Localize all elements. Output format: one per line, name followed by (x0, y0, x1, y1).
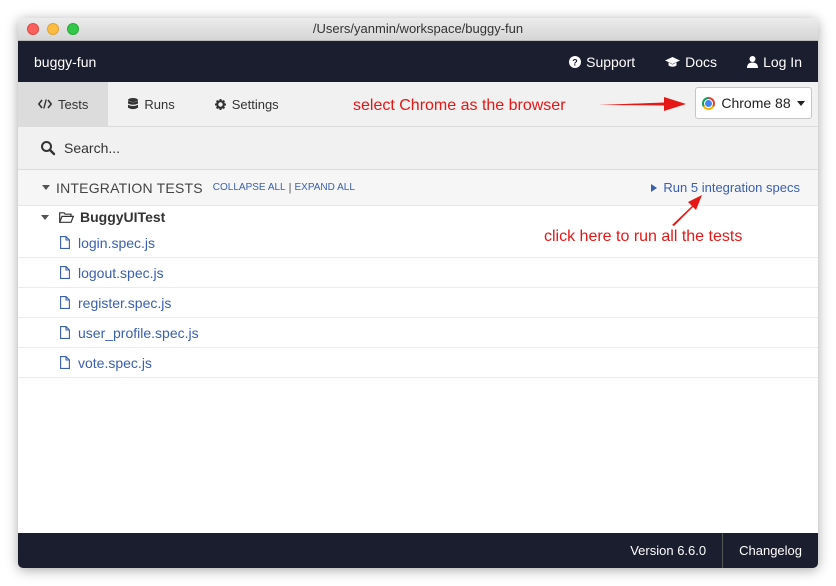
spec-file-name: logout.spec.js (78, 264, 164, 281)
tab-settings-label: Settings (231, 96, 279, 112)
annotation-arrow-icon (598, 97, 686, 111)
top-nav: buggy-fun ? Support Docs Log In (18, 41, 818, 82)
tab-settings[interactable]: Settings (195, 82, 299, 126)
user-icon (747, 55, 759, 68)
spec-file-row[interactable]: vote.spec.js (18, 348, 818, 378)
docs-link[interactable]: Docs (665, 54, 717, 70)
login-label: Log In (763, 53, 802, 70)
spec-file-name: user_profile.spec.js (78, 324, 199, 341)
search-input[interactable] (62, 139, 566, 157)
svg-text:?: ? (572, 57, 578, 67)
run-annotation: click here to run all the tests (544, 228, 743, 245)
support-link[interactable]: ? Support (569, 54, 635, 70)
project-name: buggy-fun (34, 53, 97, 70)
file-icon (60, 296, 70, 309)
app-window: /Users/yanmin/workspace/buggy-fun buggy-… (18, 18, 818, 568)
spec-file-row[interactable]: register.spec.js (18, 288, 818, 318)
run-all-label: Run 5 integration specs (663, 180, 800, 195)
minimize-window-button[interactable] (47, 23, 59, 35)
spec-file-name: vote.spec.js (78, 354, 152, 371)
gear-icon (214, 98, 226, 110)
browser-annotation: select Chrome as the browser (353, 97, 566, 114)
expand-all-link[interactable]: EXPAND ALL (294, 182, 354, 193)
window-controls (27, 23, 79, 35)
chevron-down-icon (41, 214, 49, 220)
annotation-arrow-icon (672, 195, 702, 226)
docs-label: Docs (685, 53, 718, 70)
spec-file-name: login.spec.js (78, 234, 156, 251)
tab-tests-label: Tests (58, 96, 89, 112)
search-bar (18, 127, 818, 170)
browser-selector[interactable]: Chrome 88 (695, 87, 812, 119)
link-separator: | (288, 181, 292, 194)
graduation-cap-icon (665, 56, 681, 67)
code-icon (38, 99, 52, 109)
file-icon (60, 356, 70, 369)
chrome-icon (702, 96, 716, 110)
folder-open-icon (59, 211, 74, 223)
folder-name: BuggyUITest (80, 209, 166, 225)
zoom-window-button[interactable] (67, 23, 79, 35)
run-all-specs-link[interactable]: Run 5 integration specs (651, 180, 800, 195)
window-title: /Users/yanmin/workspace/buggy-fun (312, 21, 524, 36)
tab-tests[interactable]: Tests (18, 82, 109, 126)
spec-file-row[interactable]: user_profile.spec.js (18, 318, 818, 348)
browser-label: Chrome 88 (721, 95, 791, 111)
login-link[interactable]: Log In (747, 54, 802, 70)
close-window-button[interactable] (27, 23, 39, 35)
tab-runs-label: Runs (144, 96, 175, 112)
collapse-all-link[interactable]: COLLAPSE ALL (213, 182, 286, 193)
play-icon (651, 183, 658, 192)
file-icon (60, 266, 70, 279)
toolbar: Tests Runs Settings select Chrome as the… (18, 82, 818, 127)
chevron-down-icon (796, 100, 805, 106)
search-icon (41, 141, 56, 156)
database-icon (128, 98, 139, 110)
tab-runs[interactable]: Runs (108, 82, 194, 126)
question-circle-icon: ? (569, 55, 582, 68)
version-label: Version 6.6.0 (630, 543, 707, 558)
spec-file-row[interactable]: logout.spec.js (18, 258, 818, 288)
footer: Version 6.6.0 Changelog (18, 533, 818, 568)
chevron-down-icon[interactable] (42, 185, 50, 190)
support-label: Support (586, 53, 636, 70)
header-links: ? Support Docs Log In (569, 54, 802, 70)
title-bar: /Users/yanmin/workspace/buggy-fun (18, 18, 818, 41)
section-title: INTEGRATION TESTS (56, 179, 203, 196)
spec-file-name: register.spec.js (78, 294, 172, 311)
file-icon (60, 326, 70, 339)
file-icon (60, 236, 70, 249)
changelog-link[interactable]: Changelog (722, 533, 818, 568)
